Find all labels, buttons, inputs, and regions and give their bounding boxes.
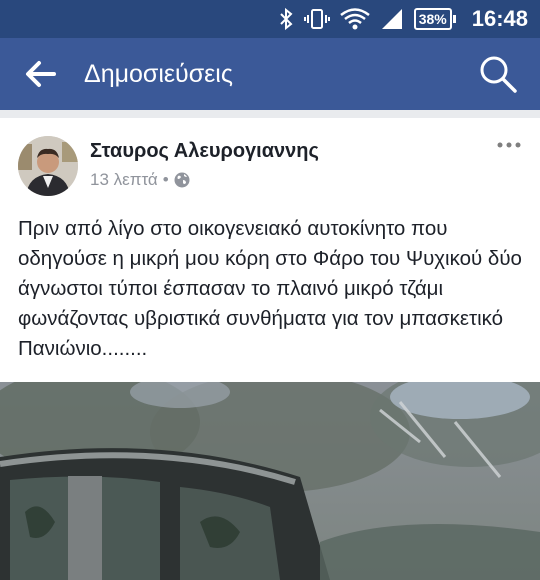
clock: 16:48 — [471, 6, 528, 31]
page-title: Δημοσιεύσεις — [84, 60, 233, 88]
status-bar: 38% 16:48 — [0, 0, 540, 38]
post-text: Πριν από λίγο στο οικογενειακό αυτοκίνητ… — [18, 217, 522, 360]
cell-signal-icon — [381, 9, 402, 29]
post-time[interactable]: 13 λεπτά — [90, 170, 158, 190]
status-icons: 38% 16:48 — [278, 6, 528, 32]
wifi-icon — [339, 8, 370, 30]
battery-level: 38% — [413, 8, 452, 30]
app-bar: Δημοσιεύσεις — [0, 38, 540, 110]
post-author[interactable]: Σταυρος Αλευρογιαννης — [90, 140, 319, 163]
bluetooth-icon — [279, 7, 293, 31]
avatar[interactable] — [18, 136, 78, 196]
search-icon[interactable] — [478, 54, 518, 94]
more-options-icon[interactable] — [496, 140, 522, 150]
post-card: Σταυρος Αλευρογιαννης 13 λεπτά • Πριν απ… — [0, 118, 540, 580]
globe-icon — [174, 172, 190, 188]
post-meta: 13 λεπτά • — [90, 170, 190, 190]
back-arrow-icon[interactable] — [24, 58, 58, 90]
meta-separator: • — [162, 170, 169, 189]
post-photo[interactable] — [0, 382, 540, 580]
vibrate-icon — [303, 9, 330, 29]
battery-icon: 38% — [413, 8, 456, 30]
